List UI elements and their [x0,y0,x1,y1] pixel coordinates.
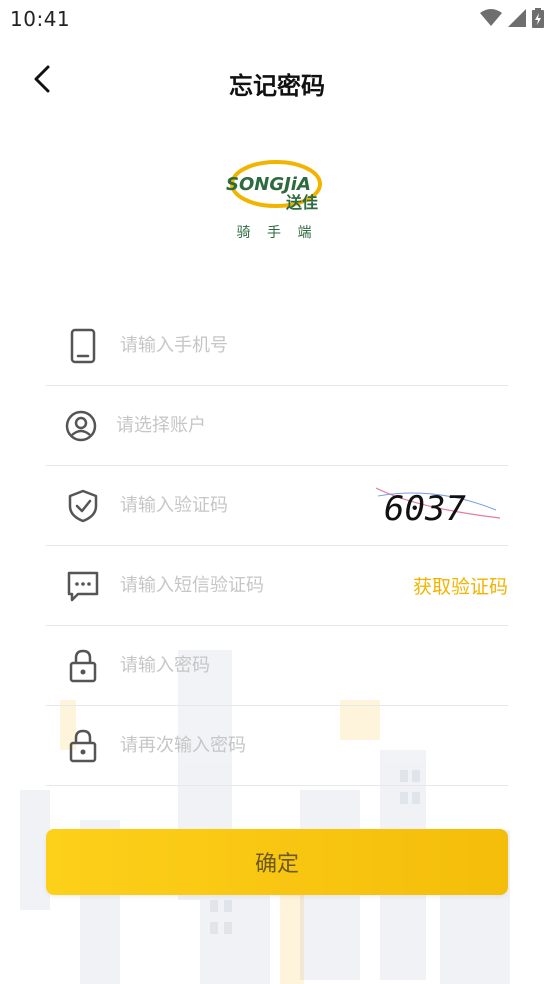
confirm-password-input[interactable] [120,725,508,766]
nav-bar: 忘记密码 [0,52,554,112]
svg-text:送佳: 送佳 [285,193,318,212]
status-bar: 10:41 [0,0,554,38]
sms-row: 获取验证码 [46,546,508,626]
logo: SONGJiA 送佳 骑 手 端 [0,160,554,242]
svg-text:SONGJiA: SONGJiA [226,174,311,195]
status-icons [480,8,544,28]
message-icon [46,566,120,606]
captcha-image[interactable]: 6037 [375,482,501,530]
battery-icon [532,8,544,28]
status-time: 10:41 [10,7,71,31]
phone-row [46,306,508,386]
logo-subtitle: 骑 手 端 [236,225,318,241]
phone-input[interactable] [120,325,508,366]
shield-check-icon [46,486,120,526]
get-sms-code-button[interactable]: 获取验证码 [413,572,508,599]
password-row [46,626,508,706]
user-circle-icon [46,406,116,446]
page-title: 忘记密码 [229,72,325,100]
captcha-code: 6037 [384,489,466,529]
signal-icon [508,9,526,27]
confirm-password-row [46,706,508,786]
lock-icon [46,726,120,766]
captcha-row: 6037 [46,466,508,546]
phone-icon [46,326,120,366]
lock-icon [46,646,120,686]
wifi-icon [480,9,502,26]
forgot-password-form: 6037 获取验证码 [46,306,508,786]
songjia-logo: SONGJiA 送佳 [226,160,322,212]
password-input[interactable] [120,645,508,686]
confirm-button[interactable]: 确定 [46,829,508,895]
account-select[interactable] [116,405,508,446]
account-row [46,386,508,466]
